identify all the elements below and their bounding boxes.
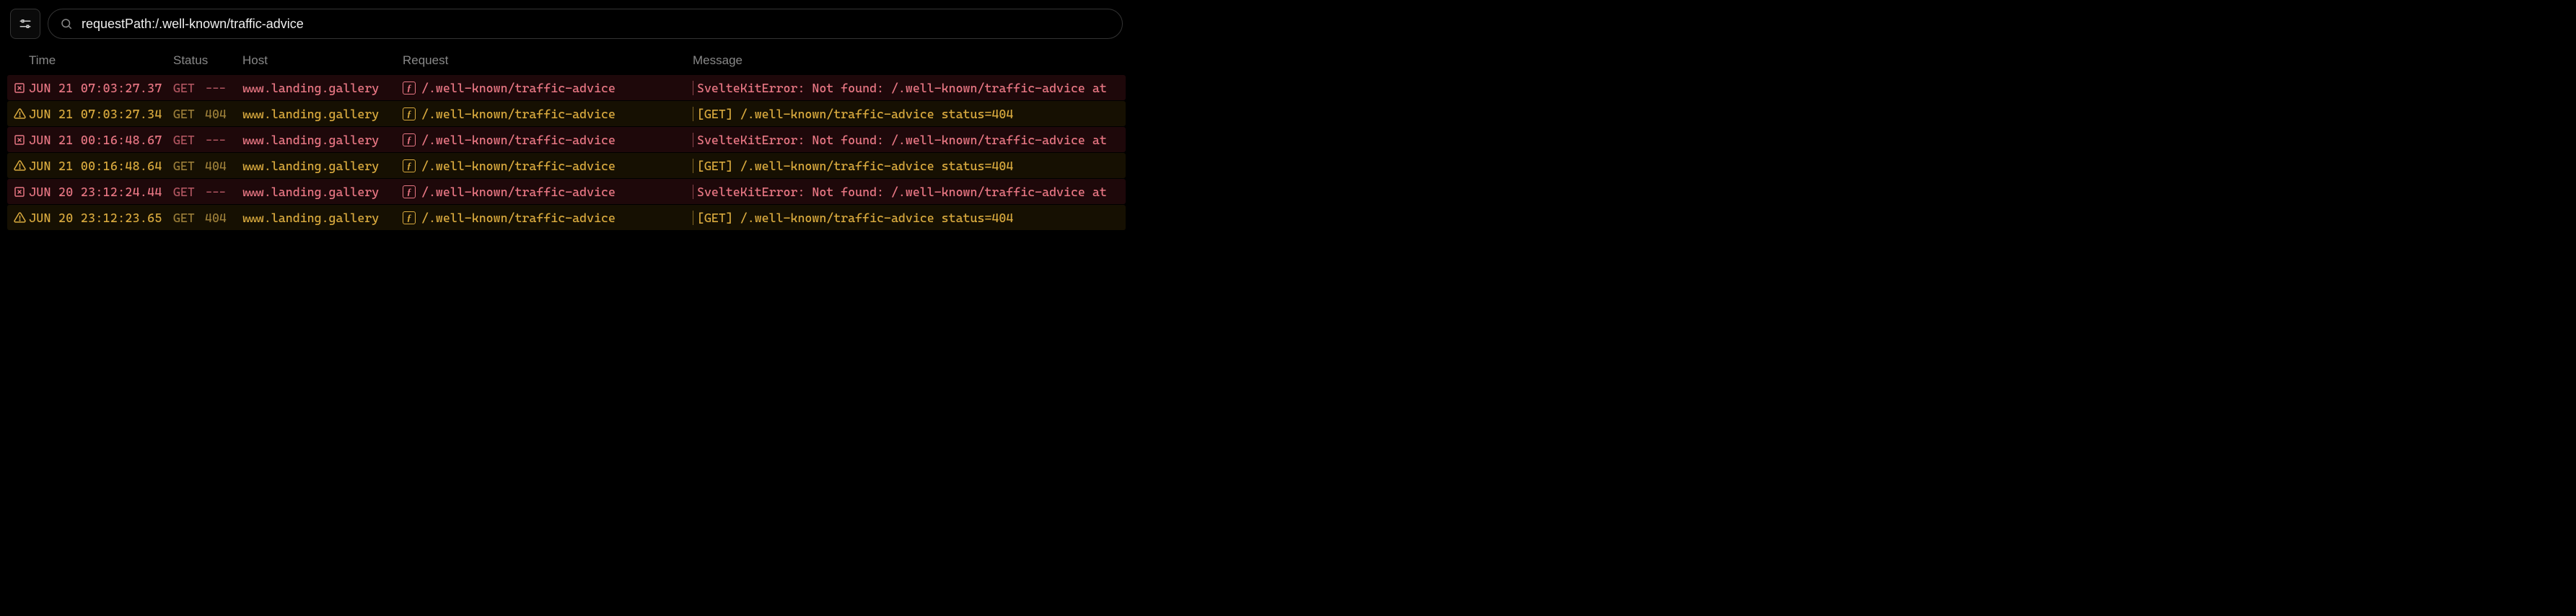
log-status: 404 xyxy=(205,107,242,121)
log-request-path: /.well-known/traffic-advice xyxy=(421,211,615,225)
error-icon xyxy=(10,82,29,94)
log-message-text: SvelteKitError: Not found: /.well-known/… xyxy=(697,185,1107,199)
search-icon xyxy=(60,17,73,30)
log-time: JUN 20 23:12:24.44 xyxy=(29,185,173,199)
function-icon: ƒ xyxy=(403,211,416,224)
log-status: --- xyxy=(205,133,242,147)
function-icon: ƒ xyxy=(403,185,416,198)
log-method: GET xyxy=(173,107,205,121)
log-method: GET xyxy=(173,185,205,199)
function-icon: ƒ xyxy=(403,159,416,172)
log-request: ƒ /.well-known/traffic-advice xyxy=(403,81,693,95)
warning-icon xyxy=(10,107,29,120)
log-message: [GET] /.well-known/traffic-advice status… xyxy=(693,107,1126,121)
log-list: JUN 21 07:03:27.37GET---www.landing.gall… xyxy=(0,75,1133,230)
log-request-path: /.well-known/traffic-advice xyxy=(421,159,615,173)
log-message-text: SvelteKitError: Not found: /.well-known/… xyxy=(697,133,1107,147)
col-header-message[interactable]: Message xyxy=(693,53,1123,68)
log-host: www.landing.gallery xyxy=(242,107,403,121)
warning-icon xyxy=(10,211,29,224)
log-time: JUN 21 07:03:27.34 xyxy=(29,107,173,121)
log-status: --- xyxy=(205,185,242,199)
search-input[interactable] xyxy=(82,17,1110,32)
log-row[interactable]: JUN 21 00:16:48.64GET404www.landing.gall… xyxy=(7,153,1126,178)
error-icon xyxy=(10,134,29,146)
log-message: [GET] /.well-known/traffic-advice status… xyxy=(693,211,1126,225)
table-header: Time Status Host Request Message xyxy=(0,48,1133,75)
log-status: 404 xyxy=(205,159,242,173)
warning-icon xyxy=(10,159,29,172)
log-time: JUN 21 07:03:27.37 xyxy=(29,81,173,95)
log-request-path: /.well-known/traffic-advice xyxy=(421,107,615,121)
error-icon xyxy=(10,186,29,198)
log-status: --- xyxy=(205,81,242,95)
log-request-path: /.well-known/traffic-advice xyxy=(421,81,615,95)
log-message-text: [GET] /.well-known/traffic-advice status… xyxy=(697,159,1013,173)
log-host: www.landing.gallery xyxy=(242,159,403,173)
log-message: SvelteKitError: Not found: /.well-known/… xyxy=(693,133,1126,147)
log-request: ƒ /.well-known/traffic-advice xyxy=(403,107,693,121)
log-message: SvelteKitError: Not found: /.well-known/… xyxy=(693,185,1126,199)
function-icon: ƒ xyxy=(403,82,416,94)
log-host: www.landing.gallery xyxy=(242,185,403,199)
log-request: ƒ /.well-known/traffic-advice xyxy=(403,159,693,173)
filter-button[interactable] xyxy=(10,9,40,39)
log-host: www.landing.gallery xyxy=(242,81,403,95)
log-host: www.landing.gallery xyxy=(242,133,403,147)
log-request-path: /.well-known/traffic-advice xyxy=(421,133,615,147)
log-row[interactable]: JUN 20 23:12:23.65GET404www.landing.gall… xyxy=(7,205,1126,230)
log-method: GET xyxy=(173,81,205,95)
log-row[interactable]: JUN 21 07:03:27.37GET---www.landing.gall… xyxy=(7,75,1126,100)
log-request: ƒ /.well-known/traffic-advice xyxy=(403,133,693,147)
log-message-text: SvelteKitError: Not found: /.well-known/… xyxy=(697,81,1107,95)
log-method: GET xyxy=(173,133,205,147)
log-time: JUN 20 23:12:23.65 xyxy=(29,211,173,225)
log-request: ƒ /.well-known/traffic-advice xyxy=(403,211,693,225)
log-method: GET xyxy=(173,211,205,225)
function-icon: ƒ xyxy=(403,107,416,120)
col-header-time[interactable]: Time xyxy=(29,53,173,68)
log-method: GET xyxy=(173,159,205,173)
col-header-request[interactable]: Request xyxy=(403,53,693,68)
col-header-host[interactable]: Host xyxy=(242,53,403,68)
toolbar xyxy=(0,0,1133,48)
log-row[interactable]: JUN 21 00:16:48.67GET---www.landing.gall… xyxy=(7,127,1126,152)
log-row[interactable]: JUN 21 07:03:27.34GET404www.landing.gall… xyxy=(7,101,1126,126)
col-header-status[interactable]: Status xyxy=(173,53,242,68)
log-row[interactable]: JUN 20 23:12:24.44GET---www.landing.gall… xyxy=(7,179,1126,204)
log-message: [GET] /.well-known/traffic-advice status… xyxy=(693,159,1126,173)
log-host: www.landing.gallery xyxy=(242,211,403,225)
log-time: JUN 21 00:16:48.64 xyxy=(29,159,173,173)
log-request-path: /.well-known/traffic-advice xyxy=(421,185,615,199)
log-request: ƒ /.well-known/traffic-advice xyxy=(403,185,693,199)
search-container xyxy=(48,9,1123,39)
log-message: SvelteKitError: Not found: /.well-known/… xyxy=(693,81,1126,95)
log-status: 404 xyxy=(205,211,242,225)
log-message-text: [GET] /.well-known/traffic-advice status… xyxy=(697,211,1013,225)
sliders-icon xyxy=(19,17,32,30)
function-icon: ƒ xyxy=(403,133,416,146)
log-time: JUN 21 00:16:48.67 xyxy=(29,133,173,147)
log-message-text: [GET] /.well-known/traffic-advice status… xyxy=(697,107,1013,121)
